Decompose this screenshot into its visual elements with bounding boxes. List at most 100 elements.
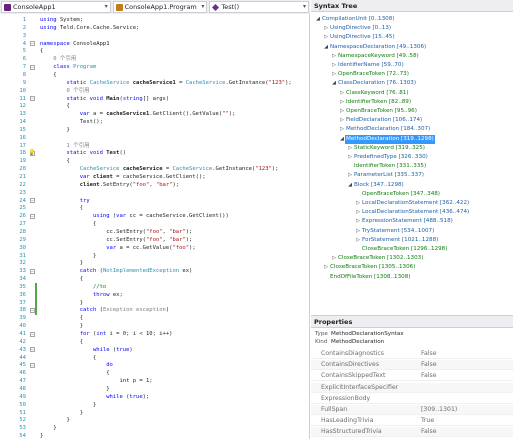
syntax-node-label: ForStatement [1021..1288)	[362, 236, 439, 243]
syntax-node[interactable]: ▷ LocalDeclarationStatement [362..422)	[355, 199, 470, 208]
project-dropdown-label: ConsoleApp1	[13, 3, 56, 11]
syntax-node[interactable]: ▷ MethodDeclaration [184..307)	[339, 125, 431, 134]
syntax-node-label: ClassDeclaration [76..1303)	[338, 80, 417, 87]
syntax-node[interactable]: ◢ MethodDeclaration [319..1298)	[339, 134, 435, 144]
property-name: ExplicitInterfaceSpecifier	[321, 383, 399, 391]
syntax-node[interactable]: ▷ OpenBraceToken [72..73)	[331, 70, 410, 79]
member-dropdown[interactable]: Test() ▾	[209, 1, 309, 13]
syntax-node-label: CloseBraceToken [1296..1298)	[362, 246, 448, 252]
syntax-tree-title: Syntax Tree	[311, 0, 513, 12]
lightbulb-icon[interactable]: 💡	[28, 149, 35, 157]
collapse-icon[interactable]: −	[30, 213, 35, 219]
syntax-node-label: UsingDirective [15..45)	[330, 34, 395, 41]
property-row[interactable]: FullSpan [309..1301)	[311, 405, 513, 415]
collapse-icon[interactable]: −	[30, 41, 35, 47]
syntax-node-label: OpenBraceToken [95..96)	[346, 108, 417, 114]
syntax-node[interactable]: ▷ UsingDirective [15..45)	[323, 33, 396, 42]
syntax-node[interactable]: ▷ CloseBraceToken [1305..1306)	[323, 263, 416, 272]
property-row[interactable]: ContainsDirectives False	[311, 360, 513, 371]
code-editor[interactable]: ConsoleApp1 ▾ ConsoleApp1.Program ▾ Test…	[0, 0, 310, 439]
code-line[interactable]: 54}	[0, 432, 310, 439]
property-name: HasStructuredTrivia	[321, 428, 382, 436]
property-name: HasLeadingTrivia	[321, 417, 374, 425]
property-row[interactable]: HasLeadingTrivia True	[311, 416, 513, 427]
class-dropdown-label: ConsoleApp1.Program	[124, 3, 197, 11]
property-value: False	[421, 350, 437, 357]
syntax-node-label: FieldDeclaration [106..174)	[346, 117, 423, 124]
syntax-node[interactable]: ▷ TryStatement [534..1007)	[355, 227, 435, 236]
syntax-node[interactable]: ▷ StaticKeyword [319..325)	[347, 144, 426, 153]
syntax-node[interactable]: ▷ ClassKeyword [76..81)	[339, 89, 410, 98]
method-icon	[212, 3, 220, 11]
syntax-node-label: Block [347..1298)	[354, 181, 404, 188]
syntax-node-label: NamespaceDeclaration [49..1306)	[330, 43, 427, 50]
property-name: ContainsSkippedText	[321, 372, 386, 380]
collapse-icon[interactable]: −	[30, 96, 35, 101]
navigation-bar: ConsoleApp1 ▾ ConsoleApp1.Program ▾ Test…	[0, 0, 310, 14]
property-name: ContainsDirectives	[321, 361, 380, 369]
syntax-node-label: LocalDeclarationStatement [362..422)	[362, 200, 470, 206]
syntax-node[interactable]: ▷ FieldDeclaration [106..174)	[339, 116, 423, 125]
syntax-node-label: IdentifierToken [331..335)	[354, 163, 427, 170]
syntax-node-label: MethodDeclaration [184..307)	[346, 126, 431, 133]
property-row[interactable]: ExplicitInterfaceSpecifier	[311, 382, 513, 393]
syntax-node-label: UsingDirective [0..13)	[330, 25, 392, 32]
collapse-icon[interactable]: −	[30, 331, 35, 337]
properties-type-label: Type	[315, 331, 328, 337]
syntax-node[interactable]: ▷ NamespaceKeyword [49..58)	[331, 52, 420, 61]
collapse-icon[interactable]: −	[30, 198, 35, 204]
properties-title: Properties	[311, 316, 513, 328]
syntax-node-label: ClassKeyword [76..81)	[346, 89, 409, 96]
collapse-icon[interactable]: −	[30, 347, 35, 353]
syntax-node[interactable]: ▷ ExpressionStatement [488..518)	[355, 217, 454, 226]
syntax-node[interactable]: ▷ ParameterList [335..337)	[347, 171, 425, 180]
syntax-node[interactable]: CloseBraceToken [1296..1298)	[355, 245, 448, 254]
syntax-node[interactable]: ▷ OpenBraceToken [95..96)	[339, 107, 418, 116]
syntax-node[interactable]: ▷ IdentifierToken [82..89)	[339, 98, 412, 107]
syntax-node-label: IdentifierToken [82..89)	[346, 98, 412, 105]
syntax-node-label: EndOfFileToken [1308..1308)	[330, 273, 411, 280]
syntax-node[interactable]: IdentifierToken [331..335)	[347, 162, 427, 171]
syntax-node-label: LocalDeclarationStatement [436..474)	[362, 209, 470, 216]
property-row[interactable]: ExpressionBody	[311, 394, 513, 404]
syntax-node-label: ExpressionStatement [488..518)	[362, 218, 453, 225]
syntax-node[interactable]: ▷ CloseBraceToken [1302..1303)	[331, 254, 424, 263]
syntax-node[interactable]: ◢ ClassDeclaration [76..1303)	[331, 79, 417, 88]
property-value: True	[421, 417, 435, 425]
collapse-icon[interactable]: −	[30, 64, 35, 70]
properties-type: Type MethodDeclarationSyntax	[311, 330, 513, 338]
syntax-tree-panel: Syntax Tree ◢ CompilationUnit [0..1308) ▷ U…	[311, 0, 513, 315]
properties-kind-label: Kind	[315, 339, 328, 345]
collapse-icon[interactable]: −	[30, 268, 35, 274]
properties-kind-value: MethodDeclaration	[331, 339, 385, 345]
syntax-node-label: MethodDeclaration [319..1298)	[345, 134, 435, 144]
syntax-node[interactable]: ◢ Block [347..1298)	[347, 181, 405, 190]
class-dropdown[interactable]: ConsoleApp1.Program ▾	[112, 1, 208, 13]
code-area[interactable]: 1 using System; 2 using Teld.Core.Cache.Ser…	[0, 14, 310, 439]
syntax-node[interactable]: ▷ UsingDirective [0..13)	[323, 24, 392, 33]
syntax-node-label: TryStatement [534..1007)	[362, 227, 435, 234]
syntax-node[interactable]: ◢ CompilationUnit [0..1308)	[315, 15, 395, 24]
syntax-node-label: PredefinedType [326..330)	[354, 154, 428, 160]
csharp-project-icon	[4, 3, 11, 11]
property-name: FullSpan	[321, 406, 348, 413]
syntax-node[interactable]: ▷ LocalDeclarationStatement [436..474)	[355, 208, 470, 217]
project-dropdown[interactable]: ConsoleApp1 ▾	[1, 1, 111, 13]
syntax-node-label: CompilationUnit [0..1308)	[322, 16, 395, 22]
property-row[interactable]: ContainsDiagnostics False	[311, 349, 513, 359]
property-row[interactable]: ContainsSkippedText False	[311, 371, 513, 382]
syntax-node[interactable]: ▷ PredefinedType [326..330)	[347, 153, 429, 162]
syntax-tree-body[interactable]: ◢ CompilationUnit [0..1308) ▷ UsingDirectiv…	[311, 13, 513, 315]
property-row[interactable]: HasStructuredTrivia False	[311, 427, 513, 438]
property-name: ExpressionBody	[321, 394, 371, 402]
syntax-node[interactable]: OpenBraceToken [347..348)	[355, 190, 441, 199]
property-name: ContainsDiagnostics	[321, 350, 385, 357]
syntax-node[interactable]: ▷ IdentifierName [59..70)	[331, 61, 405, 70]
chevron-down-icon: ▾	[201, 3, 205, 10]
syntax-node-label: ParameterList [335..337)	[354, 172, 424, 179]
syntax-node[interactable]: ▷ ForStatement [1021..1288)	[355, 236, 439, 245]
syntax-node[interactable]: EndOfFileToken [1308..1308)	[323, 273, 411, 282]
chevron-down-icon: ▾	[104, 3, 108, 10]
collapse-icon[interactable]: −	[30, 362, 35, 368]
syntax-node[interactable]: ◢ NamespaceDeclaration [49..1306)	[323, 43, 427, 52]
